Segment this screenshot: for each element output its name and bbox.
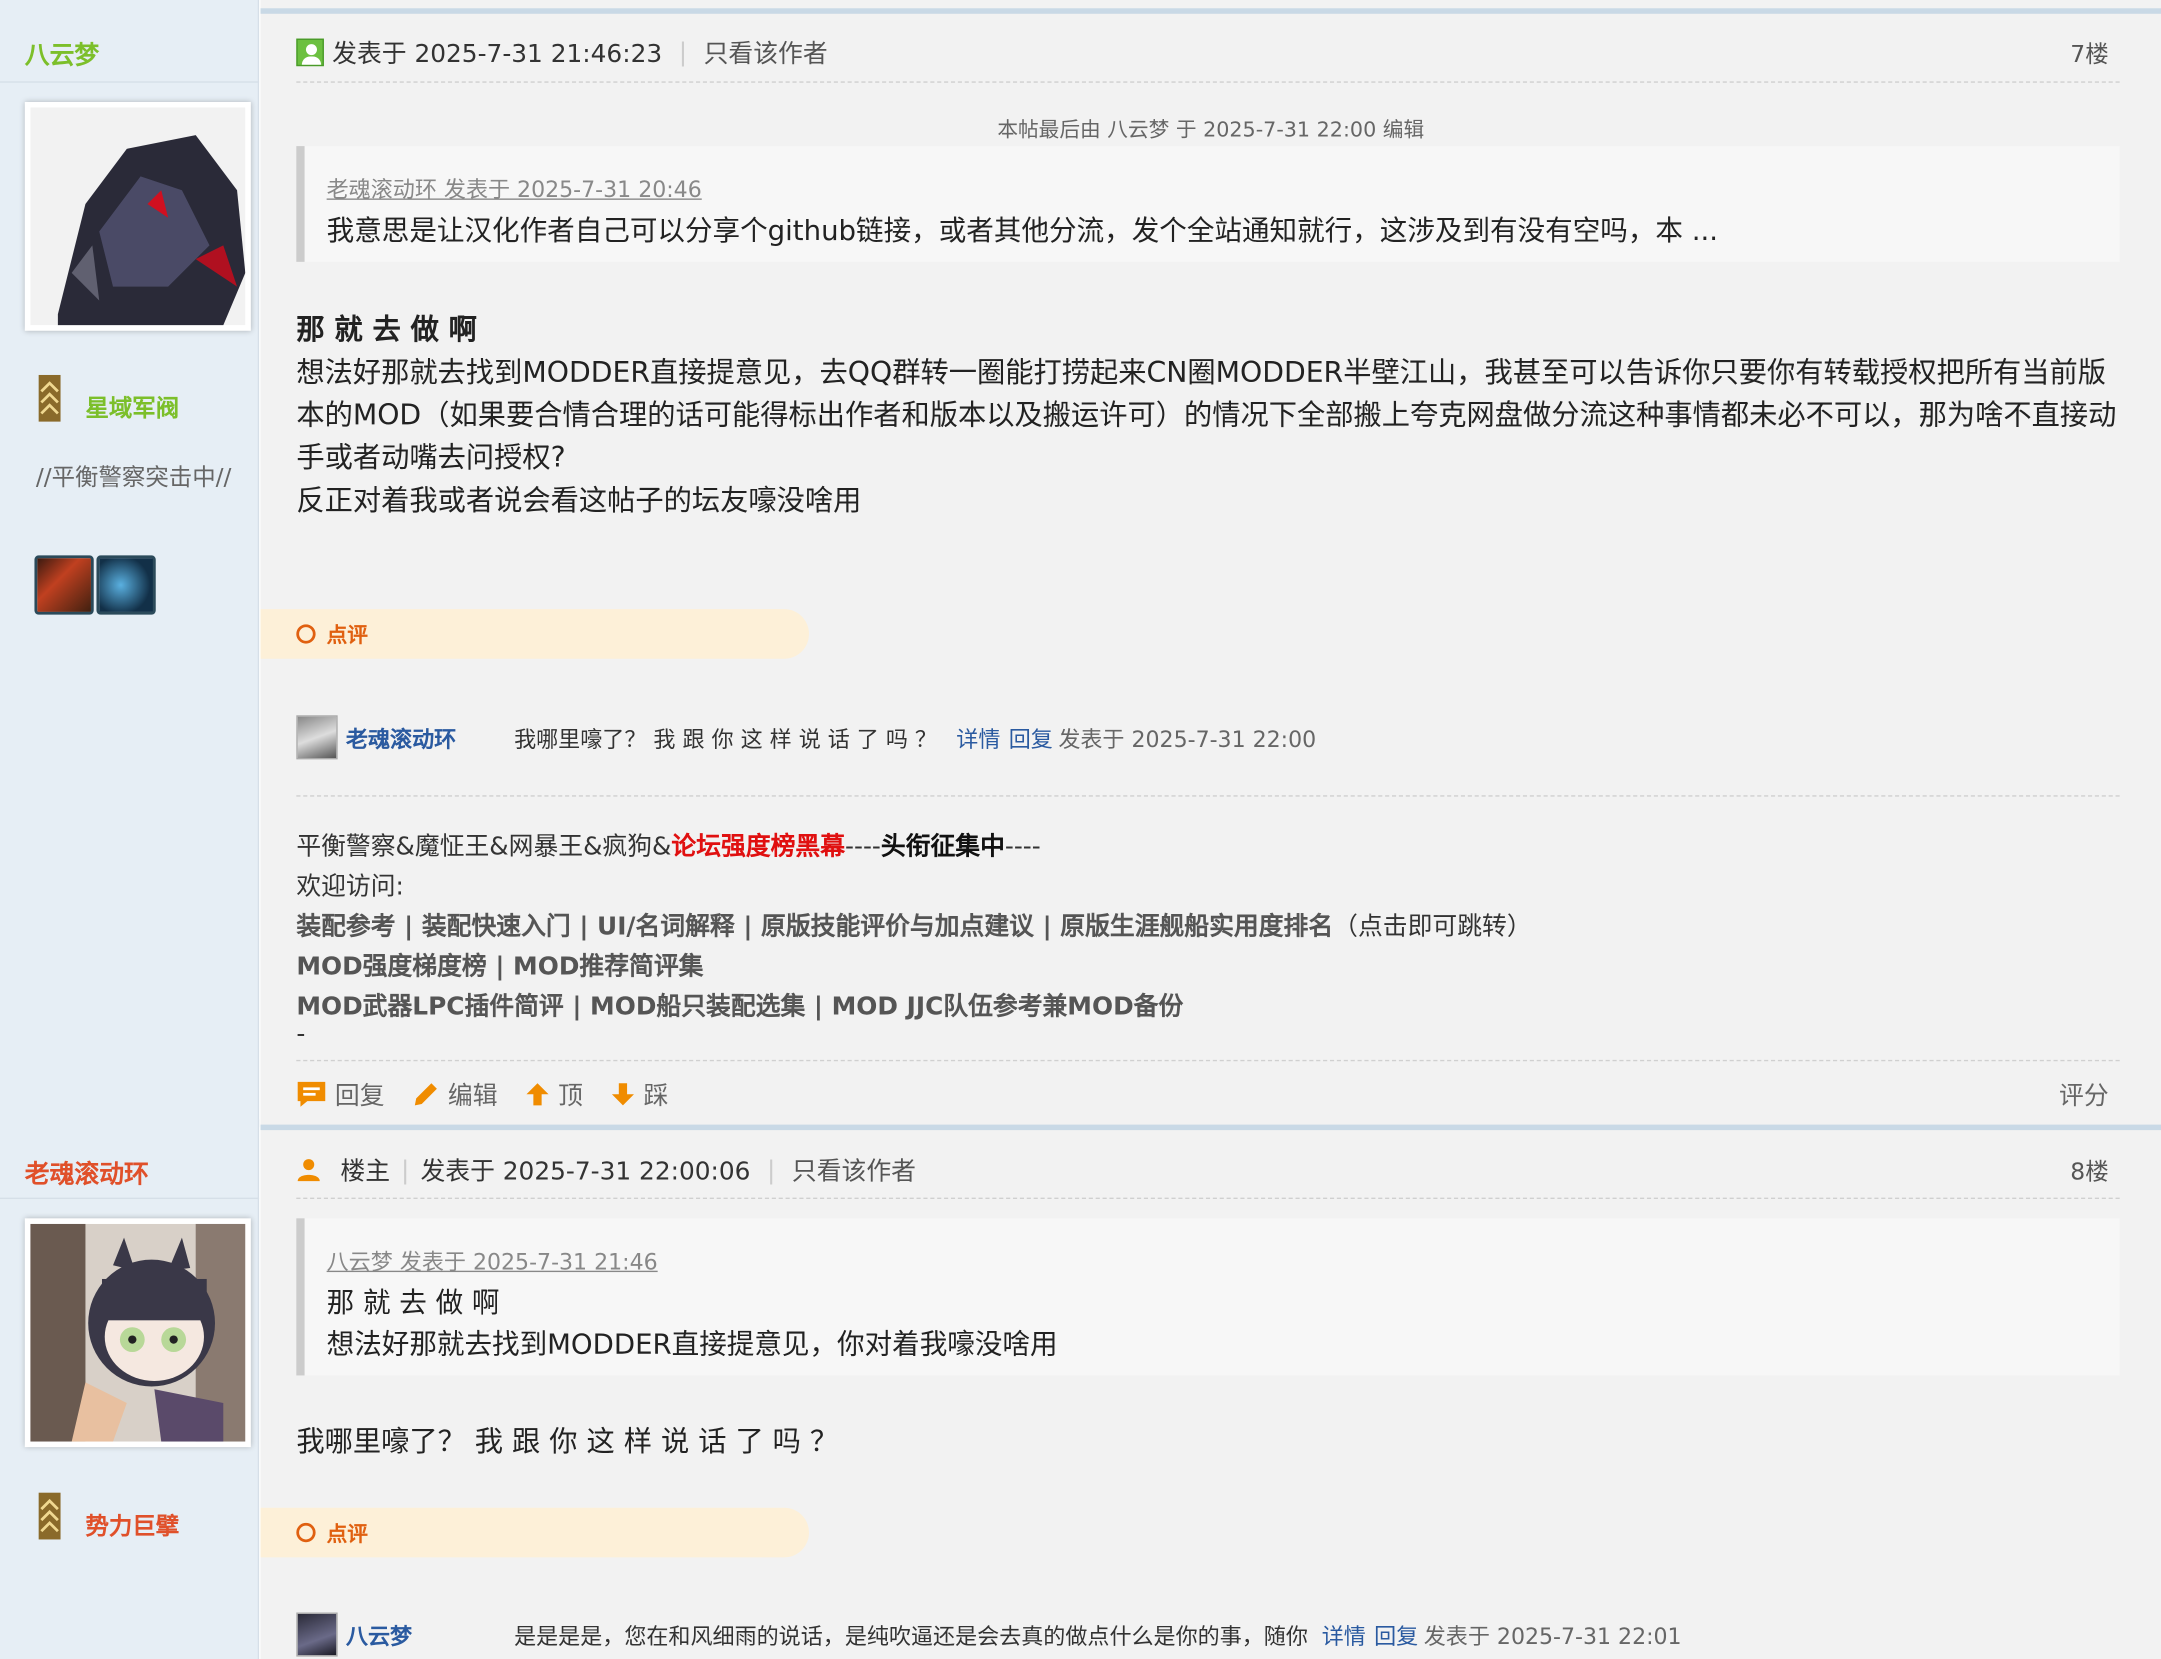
post-main: 楼主 | 发表于 2025-7-31 22:00:06 | 只看该作者 8楼 八… [260,1119,2161,1659]
reply-icon [297,1081,326,1107]
body-paragraph: 想法好那就去找到MODDER直接提意见，去QQ群转一圈能打捞起来CN圈MODDE… [296,355,2117,475]
post-header: 楼主 | 发表于 2025-7-31 22:00:06 | 只看该作者 [296,1152,2119,1188]
reply-button[interactable]: 回复 [296,1076,385,1112]
comment-user[interactable]: 八云梦 [346,1618,511,1651]
medal-icon[interactable] [34,555,94,615]
comment-avatar[interactable] [296,1612,338,1657]
comment-detail-link[interactable]: 详情 [1322,1618,1366,1651]
sig-text: （点击即可跳转） [1333,912,1532,942]
body-paragraph: 反正对着我或者说会看这帖子的坛友嚎没啥用 [296,483,862,517]
comment-date: 发表于 2025-7-31 22:00 [1058,726,1317,753]
thread-starter-badge: 楼主 [340,1157,391,1187]
quote-body: 那 就 去 做 啊 [326,1285,500,1319]
rank-chevron-icon [38,374,61,422]
signature: 平衡警察&魔怔王&网暴王&疯狗&论坛强度榜黑幕----头衔征集中---- 欢迎访… [296,827,2119,1049]
quote-block: 八云梦 发表于 2025-7-31 21:46 那 就 去 做 啊 想法好那就去… [296,1218,2120,1376]
arrow-down-icon [611,1083,634,1106]
side-signature: //平衡警察突击中// [35,464,232,493]
comment-reply-link[interactable]: 回复 [1374,1618,1418,1651]
sig-text: 欢迎访问: [296,872,404,902]
comment-item: 八云梦 是是是是，您在和风细雨的说话，是纯吹逼还是会去真的做点什么是你的事，随你… [296,1612,2119,1657]
sig-link[interactable]: 论坛强度榜黑幕 [671,832,845,861]
quote-body: 想法好那就去找到MODDER直接提意见，你对着我嚎没啥用 [326,1327,1058,1361]
rank-chevron-icon [38,1492,61,1540]
post-floor-7: 八云梦 星域军阀 //平衡警察突击中// 发表于 2025-7-31 21:46… [0,0,2161,1128]
rate-button[interactable]: 评分 [2059,1076,2109,1112]
comment-date: 发表于 2025-7-31 22:01 [1423,1623,1682,1650]
comment-detail-link[interactable]: 详情 [956,721,1000,754]
comment-reply-link[interactable]: 回复 [1009,721,1053,754]
edit-button[interactable]: 编辑 [412,1076,498,1112]
only-author-link[interactable]: 只看该作者 [704,34,828,70]
post-body: 那 就 去 做 啊 想法好那就去找到MODDER直接提意见，去QQ群转一圈能打捞… [296,309,2119,523]
floor-number[interactable]: 7楼 [2070,34,2108,69]
post-floor-8: 老魂滚动环 势力巨擘 楼主 | 发表于 2025-7-31 22:00:06 |… [0,1119,2161,1659]
only-author-link[interactable]: 只看该作者 [792,1152,916,1188]
comment-avatar[interactable] [296,715,338,760]
quote-block: 老魂滚动环 发表于 2025-7-31 20:46 我意思是让汉化作者自己可以分… [296,146,2120,262]
quote-body: 我意思是让汉化作者自己可以分享个github链接，或者其他分流，发个全站通知就行… [326,213,1719,247]
author-name[interactable]: 八云梦 [25,36,99,72]
post-main: 发表于 2025-7-31 21:46:23 | 只看该作者 7楼 本帖最后由 … [260,0,2161,1128]
author-sidebar: 八云梦 星域军阀 //平衡警察突击中// [0,0,260,1128]
comment-text: 是是是是，您在和风细雨的说话，是纯吹逼还是会去真的做点什么是你的事，随你 [514,1623,1308,1650]
pencil-icon [414,1083,437,1106]
post-actions: 回复 编辑 顶 踩 评分 [296,1076,2119,1112]
sig-text: - [296,1019,306,1049]
post-date: 发表于 2025-7-31 21:46:23 [332,39,663,69]
medal-icon[interactable] [96,555,156,615]
body-heading: 那 就 去 做 啊 [296,312,477,346]
comment-item: 老魂滚动环 我哪里嚎了？ 我 跟 你 这 样 说 话 了 吗 ？ 详情 回复 发… [296,715,2119,760]
quote-header[interactable]: 老魂滚动环 发表于 2025-7-31 20:46 [327,171,2092,204]
online-status-icon [296,38,324,67]
rank-title: 星域军阀 [85,395,180,424]
post-body: 我哪里嚎了？ 我 跟 你 这 样 说 话 了 吗 ？ [296,1425,839,1459]
comment-tab[interactable]: 点评 [260,1507,810,1558]
downvote-button[interactable]: 踩 [611,1076,668,1112]
sig-links[interactable]: 装配参考 | 装配快速入门 | UI/名词解释 | 原版技能评价与加点建议 | … [296,912,1333,941]
post-date: 发表于 2025-7-31 22:00:06 [420,1157,751,1187]
sig-text: 头衔征集中 [880,832,1005,862]
medal-list [34,555,156,615]
quote-header[interactable]: 八云梦 发表于 2025-7-31 21:46 [327,1243,2092,1276]
upvote-button[interactable]: 顶 [525,1076,583,1112]
comment-tab[interactable]: 点评 [260,609,810,659]
sig-links[interactable]: MOD强度梯度榜 | MOD推荐简评集 [296,947,2119,987]
rank-title: 势力巨擘 [85,1513,180,1541]
author-sidebar: 老魂滚动环 势力巨擘 [0,1119,260,1659]
sig-links[interactable]: MOD武器LPC插件简评 | MOD船只装配选集 | MOD JJC队伍参考兼M… [296,987,2119,1027]
edit-note: 本帖最后由 八云梦 于 2025-7-31 22:00 编辑 [997,117,1425,142]
arrow-up-icon [526,1083,549,1106]
comment-text: 我哪里嚎了？ 我 跟 你 这 样 说 话 了 吗 ？ [514,726,938,753]
post-header: 发表于 2025-7-31 21:46:23 | 只看该作者 [296,34,2119,70]
comment-user[interactable]: 老魂滚动环 [346,721,511,754]
floor-number[interactable]: 8楼 [2070,1152,2108,1187]
author-name[interactable]: 老魂滚动环 [25,1155,149,1191]
author-avatar[interactable] [24,101,251,331]
author-avatar[interactable] [24,1218,251,1448]
sig-text: 平衡警察&魔怔王&网暴王&疯狗& [296,832,672,862]
user-icon [297,1159,320,1182]
